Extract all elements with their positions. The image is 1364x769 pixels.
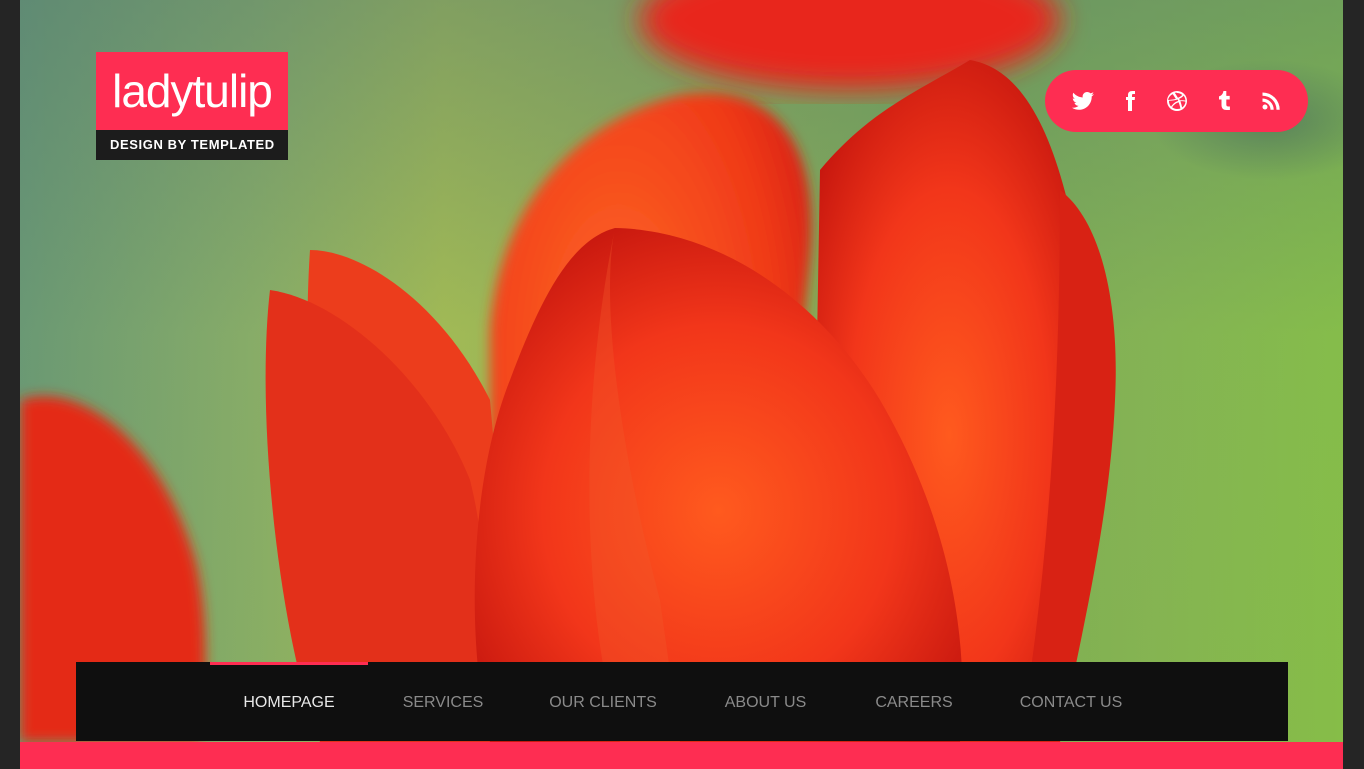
- nav-item-careers[interactable]: CAREERS: [843, 662, 985, 741]
- site-logo[interactable]: ladytulip DESIGN BY TEMPLATED: [96, 52, 288, 160]
- facebook-icon[interactable]: [1117, 88, 1143, 114]
- nav-item-services[interactable]: SERVICES: [368, 662, 518, 741]
- nav-item-homepage[interactable]: HOMEPAGE: [210, 662, 368, 741]
- social-links: [1045, 70, 1308, 132]
- nav-item-our-clients[interactable]: OUR CLIENTS: [518, 662, 688, 741]
- nav-menu: HOMEPAGE SERVICES OUR CLIENTS ABOUT US C…: [210, 662, 1157, 741]
- tumblr-icon[interactable]: [1211, 88, 1237, 114]
- hero-banner: ladytulip DESIGN BY TEMPLATED: [20, 0, 1343, 742]
- nav-item-contact-us[interactable]: CONTACT US: [985, 662, 1157, 741]
- rss-icon[interactable]: [1258, 88, 1284, 114]
- logo-name[interactable]: ladytulip: [96, 52, 288, 130]
- logo-tagline: DESIGN BY TEMPLATED: [96, 130, 288, 160]
- dribbble-icon[interactable]: [1164, 88, 1190, 114]
- nav-item-about-us[interactable]: ABOUT US: [688, 662, 843, 741]
- twitter-icon[interactable]: [1070, 88, 1096, 114]
- footer-accent-bar: [20, 742, 1343, 769]
- main-navigation: HOMEPAGE SERVICES OUR CLIENTS ABOUT US C…: [76, 662, 1288, 741]
